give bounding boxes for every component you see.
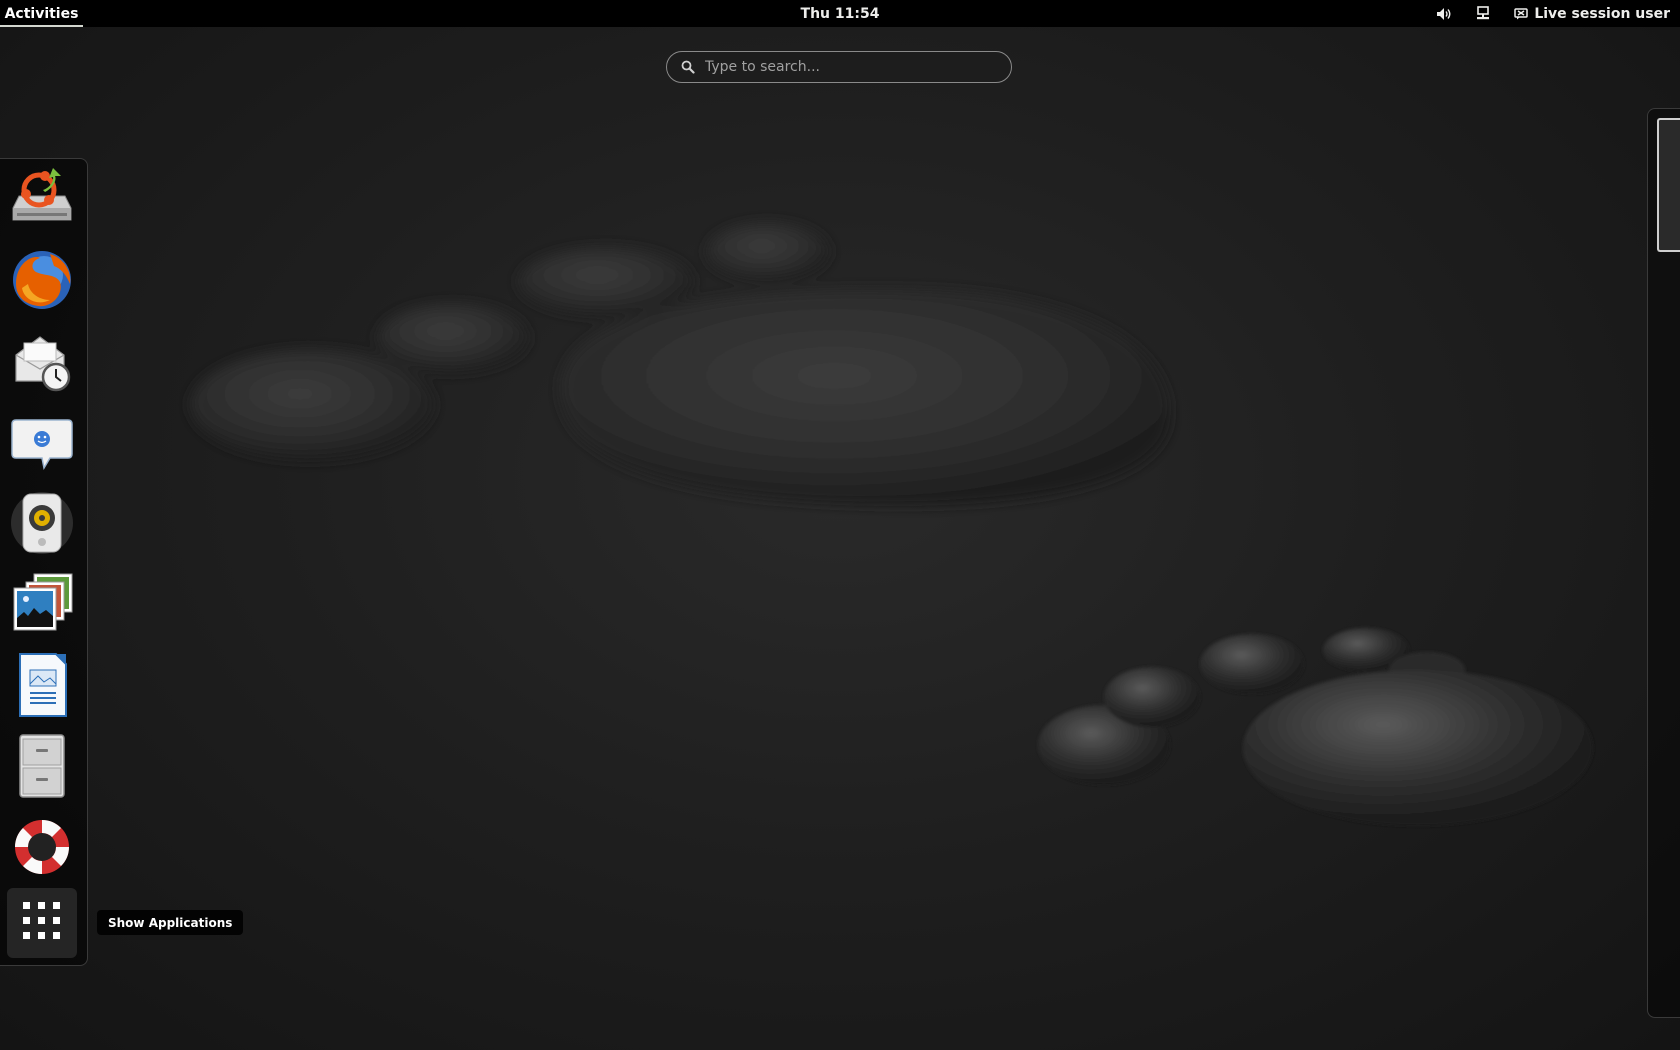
- search-icon: [681, 60, 695, 74]
- dash-item-writer[interactable]: [6, 649, 78, 721]
- user-name-label: Live session user: [1534, 5, 1670, 22]
- live-session-icon: [1514, 7, 1529, 20]
- file-cabinet-icon: [14, 733, 70, 799]
- system-tray: Live session user: [1424, 0, 1680, 27]
- top-bar: Activities Thu 11:54 Live session user: [0, 0, 1680, 27]
- dash-item-chat[interactable]: [6, 406, 78, 478]
- dash-item-photos[interactable]: [6, 568, 78, 640]
- network-button[interactable]: [1464, 0, 1502, 27]
- dash-item-files[interactable]: [6, 730, 78, 802]
- activities-button[interactable]: Activities: [0, 0, 83, 27]
- tooltip-label: Show Applications: [108, 915, 233, 930]
- search-box[interactable]: [666, 51, 1012, 83]
- search-input[interactable]: [705, 59, 985, 75]
- speaker-icon: [10, 491, 74, 555]
- chat-bubble-icon: [10, 412, 74, 472]
- workspace-switcher: [1647, 108, 1680, 1018]
- dash: [0, 158, 88, 966]
- volume-icon: [1436, 7, 1452, 21]
- desktop-overview: Activities Thu 11:54 Live session user T…: [0, 0, 1680, 1050]
- show-applications-button[interactable]: [7, 888, 77, 958]
- dash-item-rhythmbox[interactable]: [6, 487, 78, 559]
- clock-button[interactable]: Thu 11:54: [801, 6, 880, 22]
- dash-item-firefox[interactable]: [6, 244, 78, 316]
- user-menu-button[interactable]: Live session user: [1502, 0, 1680, 27]
- lifebuoy-icon: [10, 815, 74, 879]
- installer-icon: [9, 168, 75, 230]
- dash-item-help[interactable]: [6, 811, 78, 883]
- photos-icon: [10, 572, 74, 636]
- mail-clock-icon: [10, 329, 74, 393]
- workspace-thumbnail[interactable]: [1657, 118, 1680, 252]
- dash-item-mail[interactable]: [6, 325, 78, 397]
- document-icon: [12, 652, 72, 718]
- activities-label: Activities: [4, 5, 79, 22]
- grid-icon: [21, 900, 63, 946]
- wallpaper-footprint: [190, 222, 1593, 826]
- network-wired-icon: [1476, 6, 1490, 21]
- volume-button[interactable]: [1424, 0, 1464, 27]
- firefox-icon: [10, 248, 74, 312]
- show-applications-tooltip: Show Applications: [97, 910, 244, 935]
- dash-item-installer[interactable]: [6, 163, 78, 235]
